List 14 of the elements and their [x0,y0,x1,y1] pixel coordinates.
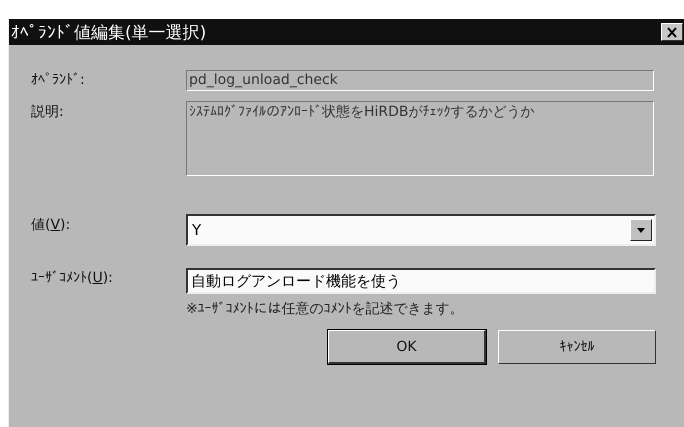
window-title: ｵﾍﾟﾗﾝﾄﾞ値編集(単一選択) [11,22,206,44]
cancel-button[interactable]: ｷｬﾝｾﾙ [498,330,656,364]
comment-input-field[interactable]: 自動ログアンロード機能を使う [186,268,656,294]
field-label: ｵﾍﾟﾗﾝﾄﾞ: [31,71,86,88]
description-field: ｼｽﾃﾑﾛｸﾞﾌｧｲﾙのｱﾝﾛｰﾄﾞ状態をHiRDBがﾁｪｯｸするかどうか [186,101,654,176]
ok-button[interactable]: OK [328,330,486,364]
field-label: ﾕｰｻﾞｺﾒﾝﾄ(U): [31,269,114,286]
field-label: 説明: [31,103,65,121]
comment-hint-text: ※ﾕｰｻﾞｺﾒﾝﾄには任意のｺﾒﾝﾄを記述できます。 [186,300,465,318]
operand-field: pd_log_unload_check [186,70,654,91]
close-icon [666,26,678,38]
value-dropdown[interactable]: Y [186,214,656,246]
close-button[interactable] [661,23,683,41]
field-label: 値(V): [31,216,72,234]
